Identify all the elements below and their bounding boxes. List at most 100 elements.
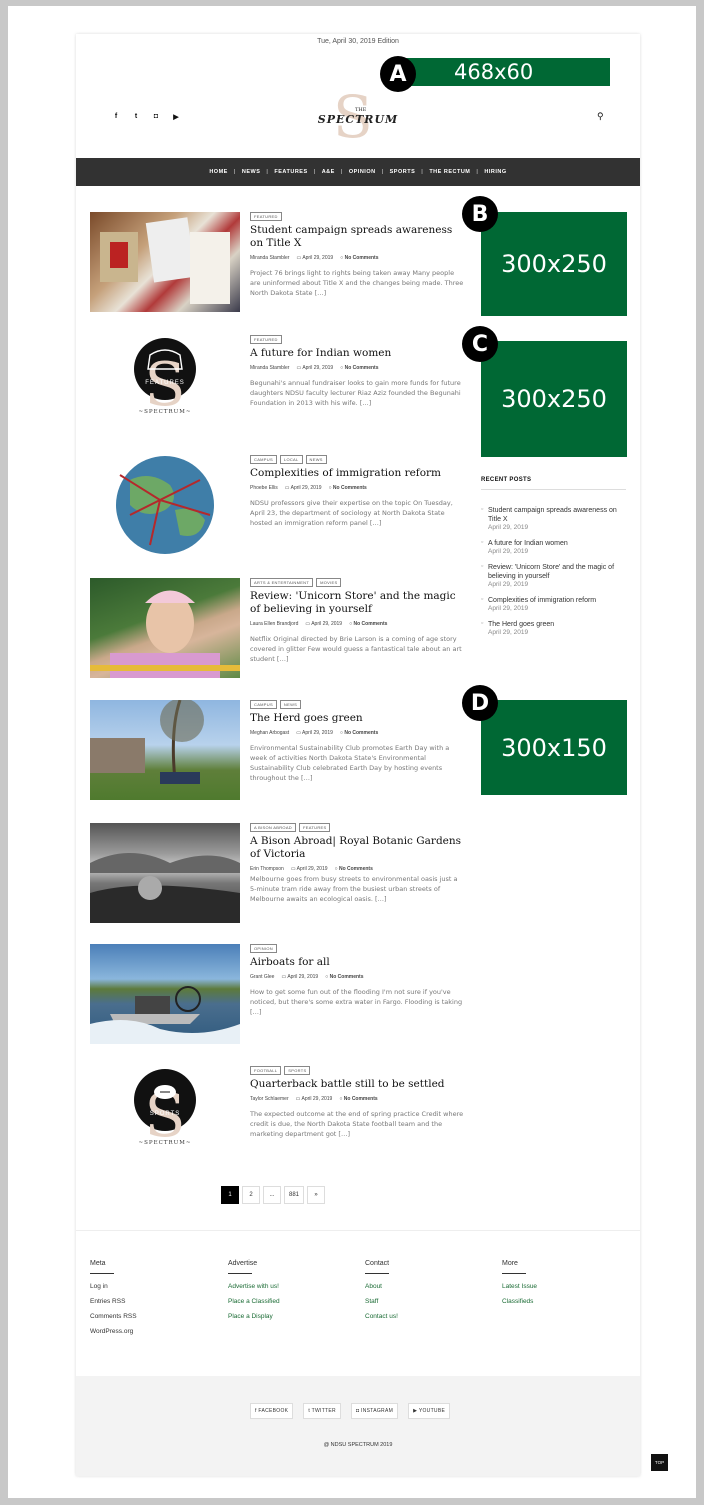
post-comments[interactable]: ○ No Comments (329, 485, 367, 491)
next-page-button[interactable]: » (307, 1186, 326, 1204)
page-2-button[interactable]: 2 (242, 1186, 260, 1204)
footer-heading: Advertise (228, 1260, 258, 1267)
recent-post-item[interactable]: Student campaign spreads awareness on Ti… (481, 506, 626, 531)
post-author[interactable]: Miranda Stambler (250, 255, 289, 261)
recent-post-title[interactable]: Review: 'Unicorn Store' and the magic of… (488, 563, 626, 581)
footer-link[interactable]: Place a Classified (228, 1298, 348, 1305)
page-last-button[interactable]: 881 (284, 1186, 305, 1204)
post-thumbnail-herd-green[interactable] (90, 700, 240, 800)
recent-post-date: April 29, 2019 (488, 629, 529, 636)
post-thumbnail-poster-board[interactable] (90, 212, 240, 312)
post-author[interactable]: Phoebe Ellis (250, 485, 278, 491)
nav-news[interactable]: NEWS (236, 169, 267, 175)
post-thumbnail-unicorn-store[interactable] (90, 578, 240, 678)
nav-opinion[interactable]: OPINION (343, 169, 382, 175)
category-tag[interactable]: LOCAL (279, 455, 303, 464)
post-comments[interactable]: ○ No Comments (339, 1096, 377, 1102)
nav-sports[interactable]: SPORTS (384, 169, 422, 175)
post-title[interactable]: Quarterback battle still to be settled (250, 1078, 465, 1091)
category-tag[interactable]: NEWS (305, 455, 327, 464)
site-logo[interactable]: S THE SPECTRUM (311, 87, 405, 147)
nav-hiring[interactable]: HIRING (478, 169, 512, 175)
post-date: ▭ April 29, 2019 (296, 255, 334, 261)
post-author[interactable]: Miranda Stambler (250, 365, 289, 371)
post-title[interactable]: Airboats for all (250, 956, 465, 969)
nav-features[interactable]: FEATURES (268, 169, 313, 175)
category-tag[interactable]: OPINION (250, 944, 277, 953)
post-author[interactable]: Taylor Schlaemer (250, 1096, 289, 1102)
nav-home[interactable]: HOME (203, 169, 234, 175)
post-title[interactable]: The Herd goes green (250, 712, 465, 725)
footer-link[interactable]: Entries RSS (90, 1298, 210, 1305)
edition-date: Tue, April 30, 2019 Edition (317, 38, 399, 45)
footer-link[interactable]: Latest Issue (502, 1283, 622, 1290)
category-tag[interactable]: CAMPUS (250, 455, 277, 464)
category-tag[interactable]: MOVIES (316, 578, 342, 587)
post-title[interactable]: A Bison Abroad| Royal Botanic Gardens of… (250, 835, 465, 861)
post-title[interactable]: Complexities of immigration reform (250, 467, 465, 480)
post-comments[interactable]: ○ No Comments (325, 974, 363, 980)
recent-post-item[interactable]: Complexities of immigration reformApril … (481, 596, 626, 612)
footer-link[interactable]: Advertise with us! (228, 1283, 348, 1290)
footer-link[interactable]: About (365, 1283, 485, 1290)
recent-post-item[interactable]: Review: 'Unicorn Store' and the magic of… (481, 563, 626, 588)
post-comments[interactable]: ○ No Comments (340, 255, 378, 261)
post-author[interactable]: Meghan Arbogast (250, 730, 289, 736)
instagram-icon[interactable]: ◘ (151, 113, 161, 121)
post-thumbnail-airboat[interactable] (90, 944, 240, 1044)
recent-post-item[interactable]: The Herd goes greenApril 29, 2019 (481, 620, 626, 636)
post-comments[interactable]: ○ No Comments (340, 730, 378, 736)
post-comments[interactable]: ○ No Comments (349, 621, 387, 627)
post-thumbnail-sports-badge[interactable]: S SPORTS ~SPECTRUM~ (90, 1066, 240, 1166)
back-to-top-button[interactable]: TOP (651, 1454, 668, 1471)
ad-slot-d[interactable]: 300x150 (481, 700, 627, 795)
post-title[interactable]: Student campaign spreads awareness on Ti… (250, 224, 465, 250)
footer-link[interactable]: Staff (365, 1298, 485, 1305)
category-tag[interactable]: A BISON ABROAD (250, 823, 296, 832)
recent-post-title[interactable]: Complexities of immigration reform (488, 596, 626, 605)
post-author[interactable]: Erin Thompson (250, 866, 284, 872)
footer-link[interactable]: WordPress.org (90, 1328, 210, 1335)
ad-slot-b[interactable]: 300x250 (481, 212, 627, 316)
post-title[interactable]: Review: 'Unicorn Store' and the magic of… (250, 590, 465, 616)
footer-link[interactable]: Place a Display (228, 1313, 348, 1320)
post-thumbnail-features-badge[interactable]: S FEATURES ~SPECTRUM~ (90, 335, 240, 435)
post-date: ▭ April 29, 2019 (296, 730, 333, 736)
footer-youtube-button[interactable]: ▶ YOUTUBE (408, 1403, 451, 1419)
facebook-icon[interactable]: f (111, 113, 121, 121)
footer-link[interactable]: Log in (90, 1283, 210, 1290)
post-thumbnail-globe[interactable] (90, 455, 240, 555)
search-icon[interactable]: ⚲ (597, 111, 604, 122)
post-title[interactable]: A future for Indian women (250, 347, 465, 360)
footer-twitter-button[interactable]: t TWITTER (303, 1403, 341, 1419)
nav-the-rectum[interactable]: THE RECTUM (423, 169, 476, 175)
recent-post-item[interactable]: A future for Indian womenApril 29, 2019 (481, 539, 626, 555)
ad-slot-c[interactable]: 300x250 (481, 341, 627, 457)
category-tag[interactable]: NEWS (279, 700, 302, 709)
post-author[interactable]: Grant Glee (250, 974, 274, 980)
footer-link[interactable]: Contact us! (365, 1313, 485, 1320)
footer-link[interactable]: Comments RSS (90, 1313, 210, 1320)
post-comments[interactable]: ○ No Comments (340, 365, 378, 371)
recent-post-title[interactable]: Student campaign spreads awareness on Ti… (488, 506, 626, 524)
post-thumbnail-botanic-gardens[interactable] (90, 823, 240, 923)
ad-slot-a[interactable]: 468x60 (402, 58, 610, 86)
footer-facebook-button[interactable]: f FACEBOOK (250, 1403, 294, 1419)
category-tag[interactable]: FEATURED (250, 212, 282, 221)
post-comments[interactable]: ○ No Comments (335, 866, 373, 872)
footer-instagram-button[interactable]: ◘ INSTAGRAM (350, 1403, 399, 1419)
footer-link[interactable]: Classifieds (502, 1298, 622, 1305)
category-tag[interactable]: FEATURED (250, 335, 282, 344)
recent-post-title[interactable]: The Herd goes green (488, 620, 626, 629)
page-1-button[interactable]: 1 (221, 1186, 239, 1204)
category-tag[interactable]: FEATURES (299, 823, 331, 832)
youtube-icon[interactable]: ▶ (171, 113, 181, 121)
recent-post-title[interactable]: A future for Indian women (488, 539, 626, 548)
twitter-icon[interactable]: t (131, 113, 141, 121)
post-author[interactable]: Laura Ellen Brandjord (250, 621, 298, 627)
category-tag[interactable]: CAMPUS (250, 700, 277, 709)
category-tag[interactable]: SPORTS (284, 1066, 311, 1075)
nav-ae[interactable]: A&E (316, 169, 341, 175)
category-tag[interactable]: ARTS & ENTERTAINMENT (250, 578, 314, 587)
category-tag[interactable]: FOOTBALL (250, 1066, 282, 1075)
